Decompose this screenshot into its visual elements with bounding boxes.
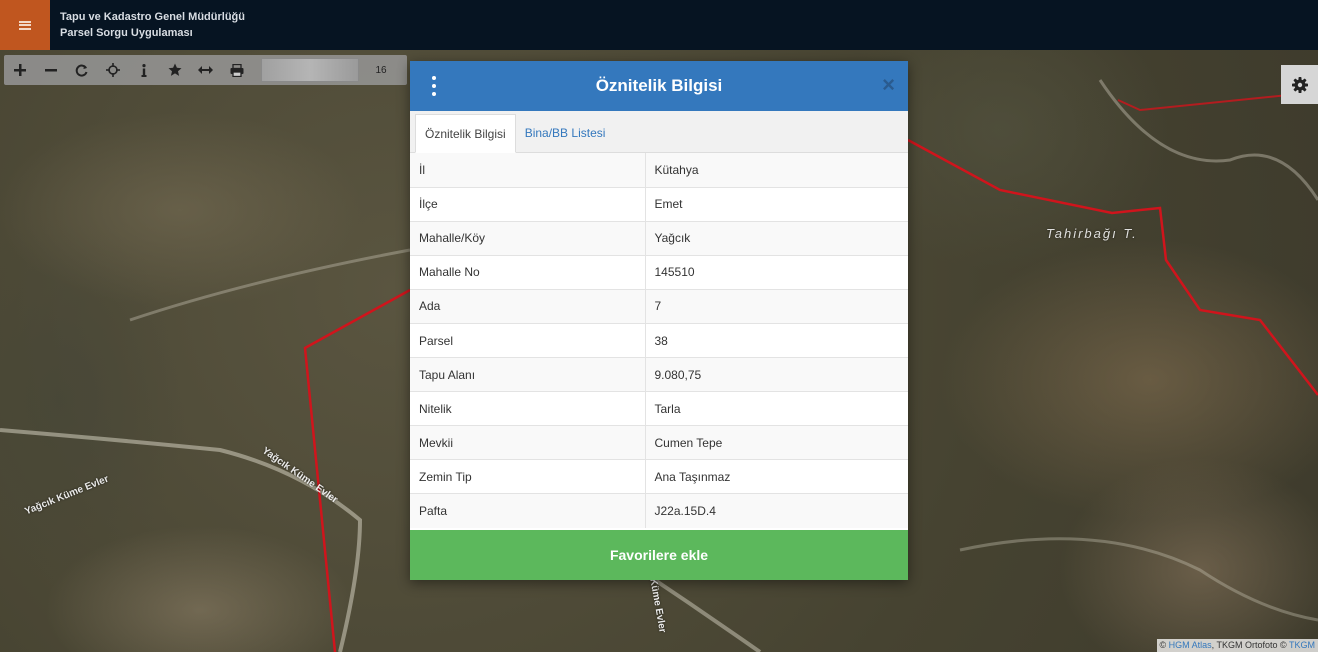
attribute-key: Mevkii [410,425,646,460]
measure-arrows-icon [198,66,213,74]
table-row: Mahalle/Köy Yağcık [410,220,908,256]
attribute-value: Emet [645,186,908,222]
table-row: İlçe Emet [410,186,908,222]
measure-button[interactable] [190,55,221,85]
top-bar: Tapu ve Kadastro Genel Müdürlüğü Parsel … [0,0,1318,50]
attribute-key: Zemin Tip [410,459,646,494]
attribute-key: Tapu Alanı [410,357,646,392]
attribute-info-dialog: Öznitelik Bilgisi × Öznitelik Bilgisi Bi… [410,61,908,580]
kebab-menu-icon[interactable] [428,76,440,96]
gear-icon [1291,76,1308,93]
dialog-header: Öznitelik Bilgisi × [410,61,908,111]
zoom-level-indicator: 16 [375,64,387,76]
locate-button[interactable] [97,55,128,85]
table-row: Mahalle No 145510 [410,254,908,290]
minus-icon [44,69,57,72]
refresh-icon [75,64,88,76]
table-row: Parsel 38 [410,322,908,358]
attribute-value: Kütahya [645,153,908,188]
settings-button[interactable] [1281,65,1318,104]
map-place-label: Tahirbağı T. [1046,226,1138,241]
table-row: Mevkii Cumen Tepe [410,425,908,460]
table-row: Zemin Tip Ana Taşınmaz [410,459,908,494]
attribute-key: İl [410,153,646,188]
scale-bar [261,58,359,82]
crosshair-icon [105,63,120,77]
print-button[interactable] [221,55,252,85]
app-title-line2: Parsel Sorgu Uygulaması [60,27,193,39]
plus-icon [13,64,26,76]
attribution-middle: , TKGM Ortofoto © [1211,640,1287,650]
hamburger-icon [19,20,31,30]
app-title: Tapu ve Kadastro Genel Müdürlüğü Parsel … [60,9,245,41]
table-row: Pafta J22a.15D.4 [410,493,908,529]
attribute-table: İl Kütahya İlçe Emet Mahalle/Köy Yağcık Mahall… [410,153,908,529]
attribute-value: J22a.15D.4 [645,493,908,529]
attribution-prefix: © [1159,640,1167,650]
dialog-tabs: Öznitelik Bilgisi Bina/BB Listesi [410,111,908,153]
attribute-key: İlçe [410,186,646,222]
menu-button[interactable] [0,0,50,50]
attribute-value: Yağcık [645,220,908,256]
info-icon [141,63,146,77]
add-to-favorites-button[interactable]: Favorilere ekle [410,530,908,580]
tab-building-list[interactable]: Bina/BB Listesi [516,113,615,152]
attribute-value: 9.080,75 [645,357,908,392]
attribute-value: 145510 [645,254,908,290]
attribute-value: Tarla [645,391,908,426]
tab-attribute-info[interactable]: Öznitelik Bilgisi [415,114,516,153]
map-toolbar: 16 [4,55,407,85]
attribute-key: Mahalle/Köy [410,220,646,256]
attribute-value: 7 [645,288,908,324]
info-button[interactable] [128,55,159,85]
close-icon[interactable]: × [882,74,895,96]
attribute-key: Ada [410,288,646,324]
printer-icon [230,63,243,77]
table-row: İl Kütahya [410,153,908,188]
map-attribution: © HGM Atlas, TKGM Ortofoto © TKGM [1156,639,1318,652]
table-row: Tapu Alanı 9.080,75 [410,357,908,392]
attribute-key: Pafta [410,493,646,529]
attribute-key: Parsel [410,322,646,358]
attribute-value: Cumen Tepe [645,425,908,460]
tkgm-link[interactable]: TKGM [1289,640,1315,650]
table-row: Ada 7 [410,288,908,324]
table-row: Nitelik Tarla [410,391,908,426]
zoom-out-button[interactable] [35,55,66,85]
attribute-key: Nitelik [410,391,646,426]
attribute-value: 38 [645,322,908,358]
star-icon [168,63,181,76]
attribute-key: Mahalle No [410,254,646,290]
app-title-line1: Tapu ve Kadastro Genel Müdürlüğü [60,11,245,23]
dialog-title: Öznitelik Bilgisi [595,76,723,95]
refresh-button[interactable] [66,55,97,85]
zoom-in-button[interactable] [4,55,35,85]
attribute-value: Ana Taşınmaz [645,459,908,494]
favorites-button[interactable] [159,55,190,85]
hgm-atlas-link[interactable]: HGM Atlas [1169,640,1212,650]
